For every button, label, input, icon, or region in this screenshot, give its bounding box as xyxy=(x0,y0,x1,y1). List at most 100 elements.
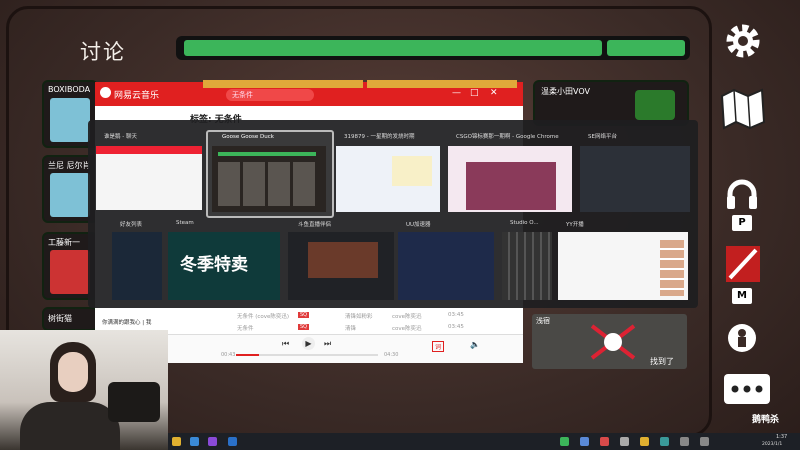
clock-date[interactable]: 2023/1/1 xyxy=(762,442,782,447)
push-to-talk-button[interactable] xyxy=(724,176,760,212)
thumbnail-faces xyxy=(660,240,684,296)
found-body-tile: 浅宿 找到了 xyxy=(532,314,687,369)
webcam-overlay xyxy=(0,330,168,450)
song-artist[interactable]: 清锋 xyxy=(345,324,356,332)
streamer-face xyxy=(58,352,88,392)
player-name: 工藤新一 xyxy=(48,238,80,247)
player-name: 浅宿 xyxy=(536,317,550,325)
player-name: 温柔小田VOV xyxy=(541,87,590,96)
window-thumbnail xyxy=(398,232,494,300)
current-time: 00:43 xyxy=(221,352,236,358)
timer-fill xyxy=(184,40,602,56)
tray-icon[interactable] xyxy=(560,437,569,446)
window-thumbnail xyxy=(580,146,690,212)
task-strip xyxy=(203,80,363,88)
thumbnail-player-grid xyxy=(218,162,316,206)
window-title: 谁是鹅 - 聊天 xyxy=(104,134,137,140)
minimize-icon[interactable]: — xyxy=(452,88,461,98)
timer-fill-segment xyxy=(607,40,685,56)
previous-icon[interactable]: ⏮ xyxy=(282,339,289,349)
switcher-window[interactable]: SE网络平台 xyxy=(578,132,692,214)
song-album[interactable]: cove陈奕迅 xyxy=(392,312,422,320)
goose-avatar xyxy=(50,98,90,142)
thumbnail-timer xyxy=(218,152,316,156)
lyrics-button[interactable]: 词 xyxy=(432,341,445,352)
total-time: 04:30 xyxy=(384,352,399,358)
close-icon[interactable]: ✕ xyxy=(490,88,498,98)
window-title: Studio O... xyxy=(510,220,539,226)
volume-icon[interactable]: 🔈 xyxy=(470,340,480,349)
game-brand: 鹅鸭杀 xyxy=(752,415,780,425)
next-icon[interactable]: ⏭ xyxy=(324,339,331,349)
window-title: Steam xyxy=(176,220,194,226)
song-title[interactable]: 无条件 (cove陈奕迅) xyxy=(237,312,289,320)
browser-icon[interactable] xyxy=(190,437,199,446)
tray-icon[interactable] xyxy=(580,437,589,446)
dead-goose-icon xyxy=(590,324,636,360)
chat-app-icon[interactable] xyxy=(208,437,217,446)
song-duration: 03:45 xyxy=(448,312,464,318)
goose-app-icon[interactable] xyxy=(172,437,181,446)
clock-time[interactable]: 1:37 xyxy=(776,434,787,440)
window-thumbnail xyxy=(112,232,162,300)
player-card[interactable]: 树街猫 xyxy=(42,307,98,331)
window-title: 319879 - 一星期的发烧时期 xyxy=(344,134,415,140)
song-duration: 03:45 xyxy=(448,324,464,330)
thumbnail-preview xyxy=(308,242,378,278)
window-title: UU加速器 xyxy=(406,222,431,228)
switcher-window[interactable]: YY开播 xyxy=(556,220,692,304)
switcher-window-selected[interactable]: Goose Goose Duck xyxy=(206,130,334,218)
map-button[interactable] xyxy=(718,86,766,132)
netease-logo-icon xyxy=(100,87,111,98)
window-thumbnail xyxy=(502,232,552,300)
check-app-icon[interactable] xyxy=(228,437,237,446)
streamer-body xyxy=(20,402,120,450)
switcher-window[interactable]: 斗鱼直播伴侣 xyxy=(286,220,396,304)
window-title: 斗鱼直播伴侣 xyxy=(298,222,332,228)
role-button[interactable] xyxy=(726,322,758,356)
switcher-window[interactable]: UU加速器 xyxy=(396,220,496,304)
switcher-window[interactable]: 319879 - 一星期的发烧时期 xyxy=(334,132,442,214)
speaker-icon[interactable] xyxy=(700,437,709,446)
switcher-window[interactable]: 谁是鹅 - 聊天 xyxy=(94,132,204,214)
song-artist[interactable]: 清锋如粉彩 xyxy=(345,312,373,320)
thumbnail-ad xyxy=(392,156,432,186)
headphones-icon xyxy=(727,179,757,209)
song-album[interactable]: cove陈奕迅 xyxy=(392,324,422,332)
now-playing-text: 你满满的跟我心 | 我 xyxy=(102,320,152,326)
window-title: CSGO锦标赛那一期啊 - Google Chrome xyxy=(456,134,559,140)
steam-sale-banner: 冬季特卖 xyxy=(180,255,248,275)
mute-button[interactable] xyxy=(724,244,762,284)
chat-button[interactable] xyxy=(722,372,772,412)
wifi-icon[interactable] xyxy=(680,437,689,446)
tray-icon[interactable] xyxy=(620,437,629,446)
switcher-window[interactable]: CSGO锦标赛那一期啊 - Google Chrome xyxy=(446,132,574,214)
player-name: 兰尼 尼尔肖 xyxy=(48,161,91,170)
switcher-window[interactable]: Steam 冬季特卖 xyxy=(166,220,284,304)
goose-avatar xyxy=(635,90,675,120)
tray-icon[interactable] xyxy=(640,437,649,446)
tray-icon[interactable] xyxy=(660,437,669,446)
play-button[interactable]: ▶ xyxy=(302,337,315,350)
player-name: BOXIBODA xyxy=(48,85,91,94)
window-title: Goose Goose Duck xyxy=(222,134,274,140)
chat-bubble-icon xyxy=(724,374,770,404)
tray-icon[interactable] xyxy=(600,437,609,446)
thumbnail-header xyxy=(96,146,202,154)
settings-button[interactable] xyxy=(720,18,766,64)
music-search-input[interactable]: 无条件 xyxy=(226,89,314,101)
switcher-window[interactable]: Studio O... xyxy=(500,220,554,304)
progress-fill xyxy=(236,354,259,356)
maximize-icon[interactable]: □ xyxy=(470,88,479,98)
player-name: 树街猫 xyxy=(48,314,72,323)
window-title: 好友列表 xyxy=(120,222,143,228)
task-strip xyxy=(367,80,517,88)
hotkey-p: P xyxy=(732,215,752,231)
hotkey-m: M xyxy=(732,288,752,304)
found-label: 找到了 xyxy=(650,357,674,366)
window-title: SE网络平台 xyxy=(588,134,617,140)
window-title: YY开播 xyxy=(566,222,584,228)
pawn-icon xyxy=(728,324,756,352)
song-title[interactable]: 无条件 xyxy=(237,324,254,332)
switcher-window[interactable]: 好友列表 xyxy=(110,220,166,304)
